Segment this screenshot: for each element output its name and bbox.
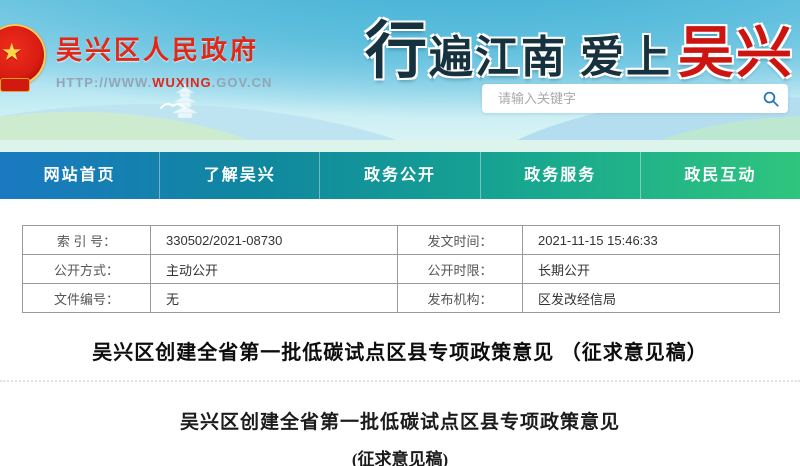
- slogan-text-red: 吴兴: [678, 8, 794, 89]
- banner-slogan: 行遍江南 爱上吴兴: [365, 0, 794, 90]
- site-url-suffix: .GOV.CN: [212, 75, 273, 90]
- star-icon: ★: [1, 38, 23, 67]
- meta-value-index-number: 330502/2021-08730: [151, 226, 398, 255]
- emblem-ribbon: [0, 78, 30, 92]
- meta-label-issuing-org: 发布机构：: [398, 284, 523, 313]
- meta-value-publish-time: 2021-11-15 15:46:33: [523, 226, 780, 255]
- header-banner: ★ 吴兴区人民政府 HTTP://WWW.WUXING.GOV.CN 行遍江南 …: [0, 0, 800, 152]
- hill-shape: [0, 140, 800, 152]
- site-identity: 吴兴区人民政府 HTTP://WWW.WUXING.GOV.CN: [56, 30, 272, 90]
- national-emblem-logo: ★: [0, 24, 50, 96]
- slogan-text-dark: 行遍江南 爱上: [365, 0, 672, 90]
- meta-label-publish-time: 发文时间：: [398, 226, 523, 255]
- site-name[interactable]: 吴兴区人民政府: [56, 30, 272, 67]
- bird-icon: [160, 100, 186, 110]
- main-nav: 网站首页 了解吴兴 政务公开 政务服务 政民互动: [0, 152, 800, 199]
- table-row: 索 引 号： 330502/2021-08730 发文时间： 2021-11-1…: [23, 226, 780, 255]
- meta-label-index-number: 索 引 号：: [23, 226, 151, 255]
- meta-label-file-number: 文件编号：: [23, 284, 151, 313]
- table-row: 公开方式： 主动公开 公开时限： 长期公开: [23, 255, 780, 284]
- nav-item-about[interactable]: 了解吴兴: [159, 152, 319, 199]
- document-meta-table: 索 引 号： 330502/2021-08730 发文时间： 2021-11-1…: [22, 225, 780, 313]
- meta-value-issuing-org: 区发改经信局: [523, 284, 780, 313]
- nav-item-gov-service[interactable]: 政务服务: [480, 152, 640, 199]
- site-url: HTTP://WWW.WUXING.GOV.CN: [56, 75, 272, 90]
- search-box: [482, 84, 788, 113]
- page-title: 吴兴区创建全省第一批低碳试点区县专项政策意见 （征求意见稿）: [0, 336, 800, 365]
- meta-label-open-period: 公开时限：: [398, 255, 523, 284]
- document-subtitle: (征求意见稿): [0, 445, 800, 466]
- document-title: 吴兴区创建全省第一批低碳试点区县专项政策意见: [0, 407, 800, 434]
- dotted-divider: [0, 380, 800, 382]
- meta-label-open-method: 公开方式：: [23, 255, 151, 284]
- nav-item-home[interactable]: 网站首页: [0, 152, 159, 199]
- search-icon: [762, 90, 780, 108]
- table-row: 文件编号： 无 发布机构： 区发改经信局: [23, 284, 780, 313]
- search-button[interactable]: [754, 84, 788, 113]
- nav-item-interaction[interactable]: 政民互动: [640, 152, 800, 199]
- page: ★ 吴兴区人民政府 HTTP://WWW.WUXING.GOV.CN 行遍江南 …: [0, 0, 800, 466]
- meta-value-open-period: 长期公开: [523, 255, 780, 284]
- search-input[interactable]: [482, 91, 754, 106]
- meta-value-open-method: 主动公开: [151, 255, 398, 284]
- meta-value-file-number: 无: [151, 284, 398, 313]
- nav-item-gov-info[interactable]: 政务公开: [319, 152, 479, 199]
- site-url-highlight: WUXING: [152, 75, 211, 90]
- site-url-prefix: HTTP://WWW.: [56, 75, 152, 90]
